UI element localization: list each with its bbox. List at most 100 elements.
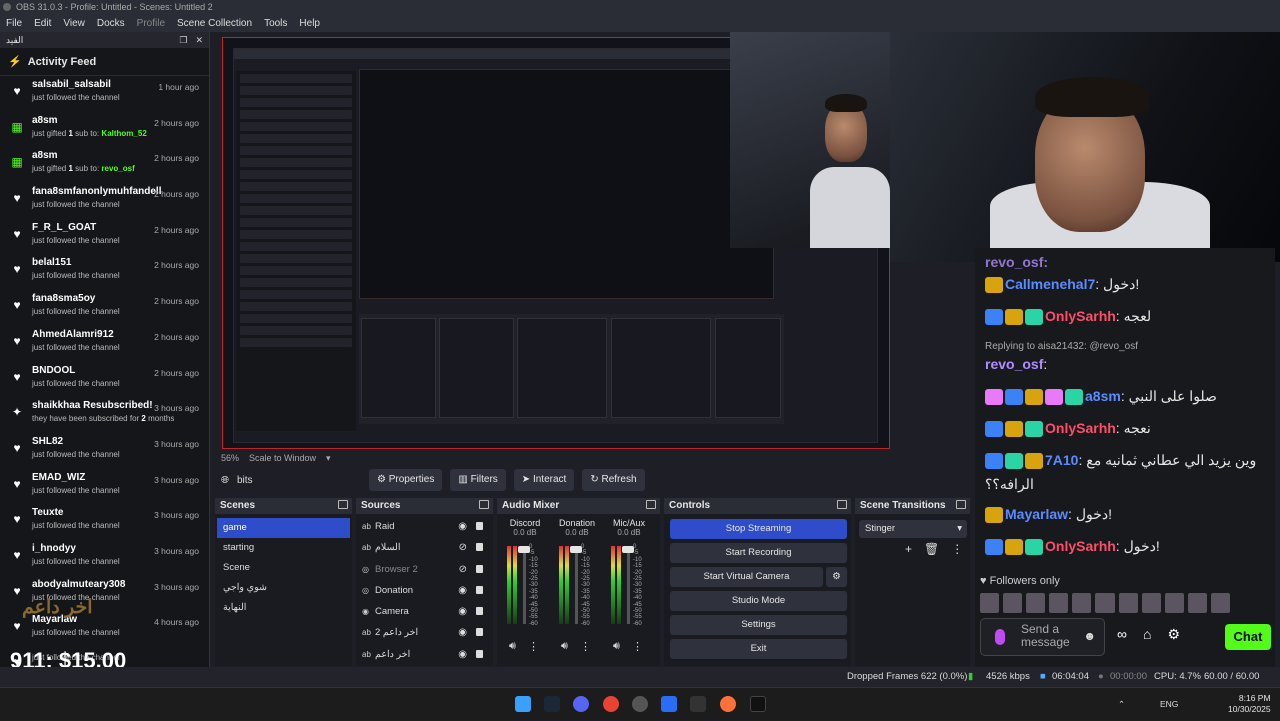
infinity-icon[interactable]: ∞ <box>1117 626 1127 643</box>
source-item[interactable]: ◉ Camera ◉ <box>356 601 493 622</box>
menu-view[interactable]: View <box>63 18 85 29</box>
mixer-channel-volume: 0.0 dB <box>565 528 589 537</box>
source-item[interactable]: ab السلام ⊘ <box>356 537 493 558</box>
more-options-icon[interactable]: ⋮ <box>528 640 539 653</box>
scene-item-scene[interactable]: Scene <box>217 558 350 578</box>
lock-icon[interactable] <box>476 628 483 637</box>
emote-strip[interactable] <box>980 593 1231 615</box>
menu-scene-collection[interactable]: Scene Collection <box>177 18 252 29</box>
undock-icon[interactable] <box>338 500 348 509</box>
interact-button[interactable]: ➤ Interact <box>513 469 575 491</box>
source-item[interactable]: ab Raid ◉ <box>356 516 493 537</box>
chat-send-button[interactable]: Chat <box>1225 624 1271 650</box>
visibility-eye-icon[interactable]: ⊘ <box>459 559 467 580</box>
lock-icon[interactable] <box>476 649 483 658</box>
undock-icon[interactable] <box>479 500 489 509</box>
visibility-eye-icon[interactable]: ◉ <box>458 622 467 643</box>
chevron-down-icon[interactable]: ▾ <box>326 450 331 466</box>
lock-icon[interactable] <box>476 607 483 616</box>
visibility-eye-icon[interactable]: ◉ <box>458 580 467 601</box>
undock-icon[interactable] <box>837 500 847 509</box>
settings-gear-icon[interactable]: ⚙ <box>1167 626 1180 643</box>
menu-edit[interactable]: Edit <box>34 18 51 29</box>
menu-file[interactable]: File <box>6 18 22 29</box>
scene-item-brb[interactable]: شوي واجي <box>217 578 350 598</box>
scale-mode-select[interactable]: Scale to Window <box>249 450 316 466</box>
more-options-icon[interactable]: ⋮ <box>951 542 963 556</box>
audio-mixer-panel: Audio Mixer Discord 0.0 dB 0 -5 -10 -15 -20 -25… <box>497 498 660 666</box>
scene-item-starting[interactable]: starting <box>217 538 350 558</box>
dock-header: الفيد ❐ ✕ <box>0 32 209 48</box>
kick-icon[interactable] <box>750 696 766 712</box>
windows-start-icon[interactable] <box>515 696 531 712</box>
chat-username[interactable]: OnlySarhh <box>1045 538 1116 554</box>
chat-username[interactable]: Callmenehal7 <box>1005 276 1095 292</box>
chat-username[interactable]: revo_osf <box>985 356 1043 372</box>
chat-username[interactable]: OnlySarhh <box>1045 308 1116 324</box>
steam-icon[interactable] <box>544 696 560 712</box>
app-icon[interactable] <box>661 696 677 712</box>
speaker-icon[interactable]: 🔊︎ <box>613 640 620 653</box>
source-label: السلام <box>375 542 401 554</box>
undock-icon[interactable] <box>646 500 656 509</box>
dock-float-icon[interactable]: ❐ <box>179 32 187 48</box>
source-item[interactable]: ◎ Donation ◉ <box>356 580 493 601</box>
discord-icon[interactable] <box>573 696 589 712</box>
filters-button[interactable]: ▥ Filters <box>450 469 506 491</box>
visibility-eye-icon[interactable]: ◉ <box>458 601 467 622</box>
source-item[interactable]: ◎ Browser 2 ⊘ <box>356 559 493 580</box>
clock[interactable]: 8:16 PM 10/30/2025 <box>1228 693 1271 715</box>
menu-tools[interactable]: Tools <box>264 18 287 29</box>
start-recording-button[interactable]: Start Recording <box>670 543 847 563</box>
menu-help[interactable]: Help <box>299 18 320 29</box>
source-item[interactable]: ab اخر داعم ◉ <box>356 644 493 665</box>
capcut-icon[interactable] <box>690 696 706 712</box>
source-item[interactable]: ab اخر داعم 2 ◉ <box>356 622 493 643</box>
add-transition-icon[interactable]: + <box>905 542 912 556</box>
more-options-icon[interactable]: ⋮ <box>580 640 591 653</box>
volume-fader-track[interactable] <box>627 546 630 624</box>
visibility-eye-icon[interactable]: ⊘ <box>459 537 467 558</box>
speaker-icon[interactable]: 🔊︎ <box>561 640 568 653</box>
chat-input[interactable]: Send a message ☻ <box>980 618 1105 656</box>
properties-button[interactable]: ⚙ Properties <box>369 469 443 491</box>
chat-username[interactable]: 7A10 <box>1045 452 1078 468</box>
refresh-button[interactable]: ↻ Refresh <box>582 469 645 491</box>
signal-icon: ▮ <box>968 671 974 682</box>
lock-icon[interactable] <box>476 564 483 573</box>
lock-icon[interactable] <box>476 585 483 594</box>
chat-username[interactable]: a8sm <box>1085 388 1121 404</box>
lock-icon[interactable] <box>476 543 483 552</box>
volume-fader-track[interactable] <box>575 546 578 624</box>
stop-streaming-button[interactable]: Stop Streaming <box>670 519 847 539</box>
chat-username[interactable]: Mayarlaw <box>1005 506 1068 522</box>
volume-fader-track[interactable] <box>523 546 526 624</box>
lock-icon[interactable] <box>476 522 483 530</box>
menu-docks[interactable]: Docks <box>97 18 125 29</box>
firefox-icon[interactable] <box>720 696 736 712</box>
speaker-icon[interactable]: 🔊︎ <box>509 640 516 653</box>
scene-item-game[interactable]: game <box>217 518 350 538</box>
menu-profile[interactable]: Profile <box>137 18 165 29</box>
start-virtual-camera-button[interactable]: Start Virtual Camera <box>670 567 823 587</box>
emoji-icon[interactable]: ☻ <box>1083 630 1096 643</box>
obs-taskbar-icon[interactable] <box>632 696 648 712</box>
exit-button[interactable]: Exit <box>670 639 847 659</box>
studio-mode-button[interactable]: Studio Mode <box>670 591 847 611</box>
scene-item-ending[interactable]: النهاية <box>217 598 350 618</box>
chrome-icon[interactable] <box>603 696 619 712</box>
input-language[interactable]: ENG <box>1160 688 1178 721</box>
virtual-camera-settings-icon[interactable]: ⚙ <box>826 567 847 587</box>
dock-close-icon[interactable]: ✕ <box>195 32 203 48</box>
transition-select[interactable]: Stinger ▾ <box>859 520 967 538</box>
settings-button[interactable]: Settings <box>670 615 847 635</box>
undock-icon[interactable] <box>956 500 966 509</box>
tray-chevron-icon[interactable]: ⌃ <box>1118 688 1125 721</box>
delete-transition-icon[interactable]: 🗑︎ <box>924 542 939 556</box>
visibility-eye-icon[interactable]: ◉ <box>458 644 467 665</box>
chat-username[interactable]: OnlySarhh <box>1045 420 1116 436</box>
more-options-icon[interactable]: ⋮ <box>632 640 643 653</box>
mixer-channel-name: Donation <box>558 518 596 528</box>
store-icon[interactable]: ⌂ <box>1143 626 1151 643</box>
visibility-eye-icon[interactable]: ◉ <box>458 516 467 537</box>
